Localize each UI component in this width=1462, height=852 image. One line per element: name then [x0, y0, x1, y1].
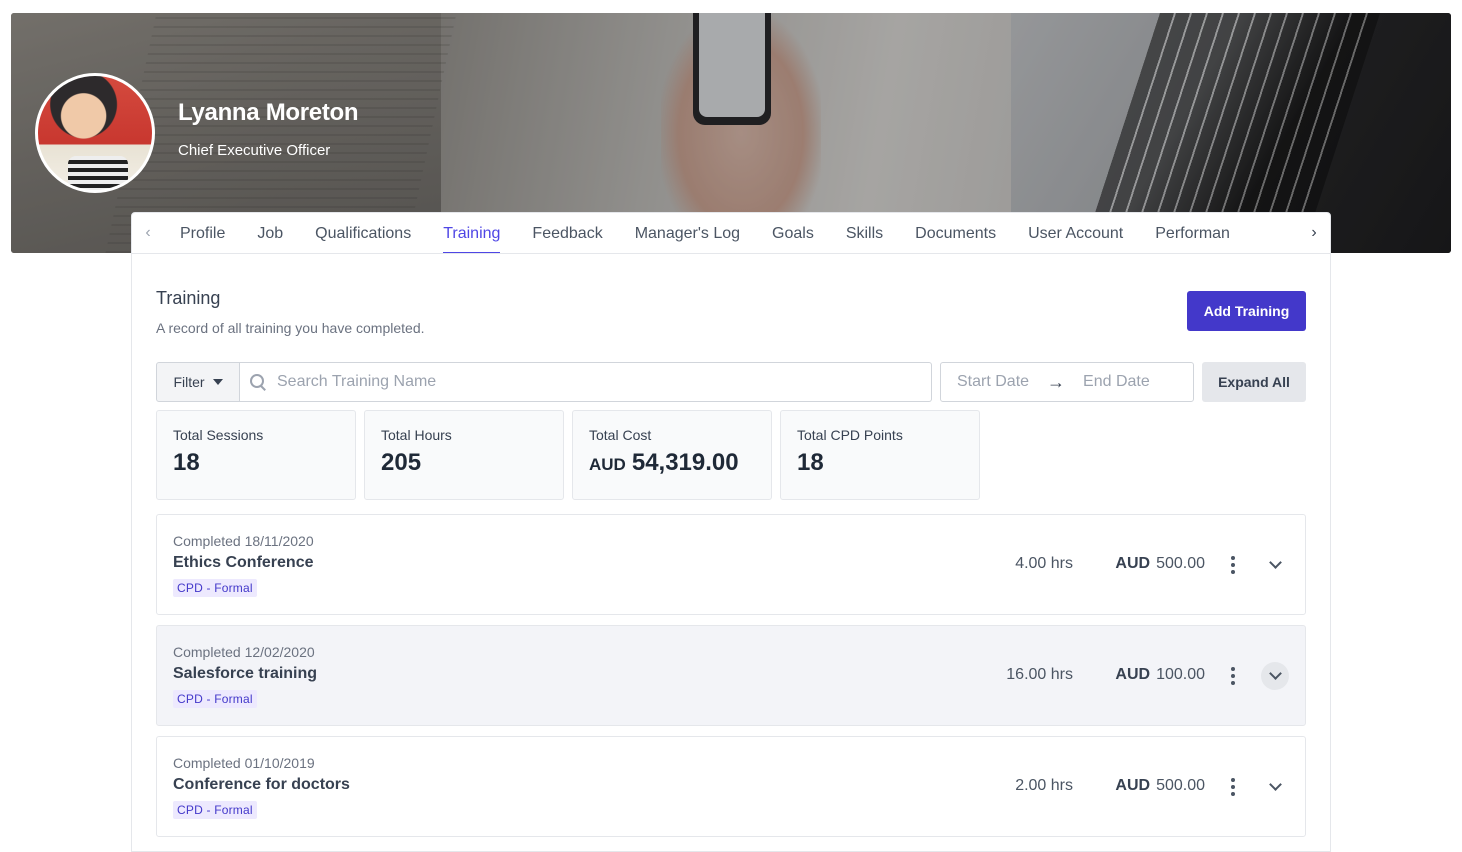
- caret-down-icon: [212, 379, 223, 385]
- tab-job[interactable]: Job: [257, 213, 283, 253]
- expand-row-button[interactable]: [1261, 773, 1289, 801]
- filter-button[interactable]: Filter: [156, 362, 240, 402]
- currency-code: AUD: [589, 455, 626, 474]
- training-hours: 4.00 hrs: [1015, 555, 1073, 572]
- section-description: A record of all training you have comple…: [156, 320, 425, 336]
- training-cost: AUD 500.00: [1115, 555, 1205, 572]
- more-options-icon[interactable]: [1229, 667, 1237, 685]
- filter-label: Filter: [173, 374, 205, 390]
- stat-label: Total Hours: [381, 427, 452, 443]
- training-name: Conference for doctors: [173, 776, 350, 793]
- training-hours: 2.00 hrs: [1015, 777, 1073, 794]
- training-record-row[interactable]: Completed 01/10/2019 Conference for doct…: [156, 736, 1306, 837]
- tab-goals[interactable]: Goals: [772, 213, 814, 253]
- training-hours: 16.00 hrs: [1006, 666, 1073, 683]
- tab-feedback[interactable]: Feedback: [532, 213, 602, 253]
- more-options-icon[interactable]: [1229, 778, 1237, 796]
- chevron-down-icon: [1268, 778, 1282, 791]
- stat-total-sessions: Total Sessions 18: [156, 410, 356, 500]
- stat-value: 18: [797, 449, 824, 476]
- chevron-left-icon[interactable]: ‹: [138, 223, 158, 243]
- training-cost: AUD 100.00: [1115, 666, 1205, 683]
- profile-tabs: ‹ Profile Job Qualifications Training Fe…: [132, 213, 1330, 254]
- completed-date: Completed 18/11/2020: [173, 533, 314, 549]
- training-card: ‹ Profile Job Qualifications Training Fe…: [131, 212, 1331, 852]
- training-cost: AUD 500.00: [1115, 777, 1205, 794]
- training-name: Ethics Conference: [173, 554, 314, 571]
- stat-value: 18: [173, 449, 200, 476]
- stat-total-hours: Total Hours 205: [364, 410, 564, 500]
- training-record-row[interactable]: Completed 12/02/2020 Salesforce training…: [156, 625, 1306, 726]
- avatar[interactable]: [35, 73, 155, 193]
- stat-label: Total Sessions: [173, 427, 264, 443]
- stat-total-cost: Total Cost AUD 54,319.00: [572, 410, 772, 500]
- tab-managers-log[interactable]: Manager's Log: [635, 213, 740, 253]
- search-icon: [249, 373, 267, 391]
- start-date-field[interactable]: Start Date: [957, 373, 1029, 391]
- tab-qualifications[interactable]: Qualifications: [315, 213, 411, 253]
- section-title: Training: [156, 288, 221, 308]
- stat-value: AUD 54,319.00: [589, 449, 739, 476]
- stat-value: 205: [381, 449, 422, 476]
- expand-row-button[interactable]: [1261, 551, 1289, 579]
- arrow-right-icon: →: [1047, 371, 1066, 392]
- completed-date: Completed 12/02/2020: [173, 644, 315, 660]
- chevron-right-icon[interactable]: ›: [1304, 223, 1324, 243]
- tab-performance[interactable]: Performan: [1155, 213, 1230, 253]
- chevron-down-icon: [1268, 556, 1282, 569]
- category-tag: CPD - Formal: [173, 579, 257, 597]
- completed-date: Completed 01/10/2019: [173, 755, 315, 771]
- profile-name: Lyanna Moreton: [178, 99, 359, 126]
- tab-profile[interactable]: Profile: [180, 213, 225, 253]
- category-tag: CPD - Formal: [173, 801, 257, 819]
- stat-label: Total Cost: [589, 427, 652, 443]
- add-training-button[interactable]: Add Training: [1187, 291, 1306, 331]
- tab-skills[interactable]: Skills: [846, 213, 883, 253]
- search-box: [240, 362, 932, 402]
- stat-label: Total CPD Points: [797, 427, 903, 443]
- training-name: Salesforce training: [173, 665, 318, 682]
- tab-user-account[interactable]: User Account: [1028, 213, 1123, 253]
- stat-total-cpd-points: Total CPD Points 18: [780, 410, 980, 500]
- search-input[interactable]: [277, 373, 877, 391]
- training-record-row[interactable]: Completed 18/11/2020 Ethics Conference C…: [156, 514, 1306, 615]
- more-options-icon[interactable]: [1229, 556, 1237, 574]
- profile-job-title: Chief Executive Officer: [178, 142, 331, 159]
- end-date-field[interactable]: End Date: [1083, 373, 1150, 391]
- expand-all-button[interactable]: Expand All: [1202, 362, 1306, 402]
- category-tag: CPD - Formal: [173, 690, 257, 708]
- date-range-picker[interactable]: Start Date → End Date: [940, 362, 1194, 402]
- expand-row-button[interactable]: [1261, 662, 1289, 690]
- tab-documents[interactable]: Documents: [915, 213, 996, 253]
- chevron-down-icon: [1268, 667, 1282, 680]
- tab-training[interactable]: Training: [443, 213, 501, 253]
